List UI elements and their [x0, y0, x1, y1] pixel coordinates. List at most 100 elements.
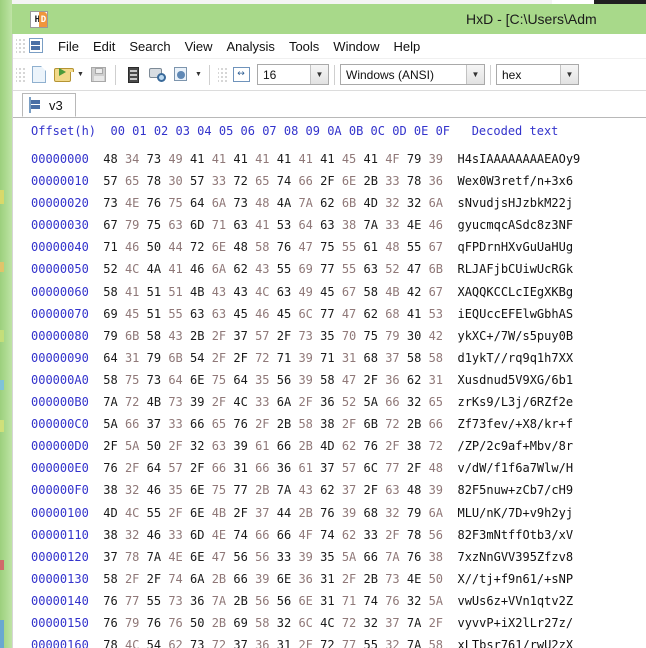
- hex-row[interactable]: 00000150 76 79 76 76 50 2B 69 58 32 6C 4…: [31, 612, 580, 634]
- hex-byte[interactable]: 55: [277, 262, 299, 276]
- hex-byte[interactable]: 54: [190, 351, 212, 365]
- hex-byte[interactable]: 41: [364, 152, 386, 166]
- hex-byte[interactable]: 6A: [277, 395, 299, 409]
- toolbar-drag-grip[interactable]: [16, 65, 25, 84]
- hex-row[interactable]: 00000000 48 34 73 49 41 41 41 41 41 41 4…: [31, 148, 580, 170]
- hex-byte[interactable]: 39: [429, 152, 443, 166]
- hex-byte[interactable]: 32: [407, 395, 429, 409]
- hex-byte[interactable]: 6C: [298, 616, 320, 630]
- bytes-per-row-button[interactable]: ↔: [229, 63, 253, 87]
- hex-byte[interactable]: 2F: [298, 638, 320, 648]
- hex-byte[interactable]: 36: [277, 461, 299, 475]
- hex-byte[interactable]: 32: [125, 483, 147, 497]
- hex-byte[interactable]: 74: [277, 174, 299, 188]
- hex-byte[interactable]: 41: [233, 152, 255, 166]
- hex-byte[interactable]: 32: [190, 439, 212, 453]
- hex-byte[interactable]: 39: [233, 439, 255, 453]
- hex-byte[interactable]: 2F: [342, 572, 364, 586]
- hex-row-decoded-text[interactable]: RLJAFjbCUiwUcRGk: [443, 262, 573, 276]
- hex-byte[interactable]: 43: [298, 483, 320, 497]
- hex-byte[interactable]: 46: [255, 307, 277, 321]
- hex-byte[interactable]: 58: [429, 351, 443, 365]
- hex-byte[interactable]: 2B: [190, 329, 212, 343]
- open-disk-image-button[interactable]: [169, 63, 193, 87]
- encoding-combo[interactable]: Windows (ANSI) ▼: [340, 64, 485, 85]
- hex-byte[interactable]: 78: [125, 550, 147, 564]
- hex-byte[interactable]: 45: [320, 285, 342, 299]
- hex-byte[interactable]: 33: [385, 218, 407, 232]
- hex-byte[interactable]: 2B: [277, 417, 299, 431]
- open-file-button[interactable]: [51, 63, 75, 87]
- hex-row-bytes[interactable]: 76 2F 64 57 2F 66 31 66 36 61 37 57 6C 7…: [103, 461, 443, 475]
- hex-byte[interactable]: 5A: [429, 594, 443, 608]
- hex-byte[interactable]: 52: [385, 262, 407, 276]
- hex-byte[interactable]: 73: [147, 373, 169, 387]
- hex-row-bytes[interactable]: 38 32 46 33 6D 4E 74 66 66 4F 74 62 33 2…: [103, 528, 443, 542]
- hex-byte[interactable]: 58: [103, 285, 125, 299]
- hex-byte[interactable]: 2B: [407, 417, 429, 431]
- hex-byte[interactable]: 33: [277, 550, 299, 564]
- hex-byte[interactable]: 57: [103, 174, 125, 188]
- hex-byte[interactable]: 65: [255, 174, 277, 188]
- hex-byte[interactable]: 7A: [385, 550, 407, 564]
- hex-byte[interactable]: 58: [429, 638, 443, 648]
- hex-row[interactable]: 00000100 4D 4C 55 2F 6E 4B 2F 37 44 2B 7…: [31, 502, 580, 524]
- hex-byte[interactable]: 39: [298, 550, 320, 564]
- hex-byte[interactable]: 56: [429, 528, 443, 542]
- menu-item-file[interactable]: File: [51, 37, 86, 56]
- hex-byte[interactable]: 46: [125, 240, 147, 254]
- hex-byte[interactable]: 50: [190, 616, 212, 630]
- hex-row-decoded-text[interactable]: v/dW/f1f6a7Wlw/H: [443, 461, 573, 475]
- hex-byte[interactable]: 53: [429, 307, 443, 321]
- hex-byte[interactable]: 33: [364, 528, 386, 542]
- hex-byte[interactable]: 57: [342, 461, 364, 475]
- hex-byte[interactable]: 6A: [190, 572, 212, 586]
- hex-byte[interactable]: 30: [168, 174, 190, 188]
- open-dropdown-arrow-icon[interactable]: ▼: [75, 63, 86, 87]
- hex-byte[interactable]: 50: [147, 439, 169, 453]
- hex-byte[interactable]: 48: [385, 240, 407, 254]
- hex-byte[interactable]: 66: [255, 461, 277, 475]
- hex-byte[interactable]: 32: [407, 196, 429, 210]
- hex-byte[interactable]: 74: [364, 594, 386, 608]
- hex-row[interactable]: 00000020 73 4E 76 75 64 6A 73 48 4A 7A 6…: [31, 192, 580, 214]
- hex-byte[interactable]: 61: [298, 461, 320, 475]
- hex-byte[interactable]: 2B: [255, 483, 277, 497]
- hex-byte[interactable]: 63: [233, 218, 255, 232]
- hex-byte[interactable]: 72: [385, 417, 407, 431]
- hex-row-decoded-text[interactable]: zrKs9/L3j/6RZf2e: [443, 395, 573, 409]
- hex-byte[interactable]: 49: [298, 285, 320, 299]
- offset-base-chevron-down-icon[interactable]: ▼: [560, 65, 578, 84]
- hex-byte[interactable]: 79: [125, 218, 147, 232]
- hex-byte[interactable]: 66: [255, 528, 277, 542]
- hex-byte[interactable]: 43: [233, 285, 255, 299]
- hex-byte[interactable]: 58: [407, 351, 429, 365]
- hex-byte[interactable]: 31: [342, 351, 364, 365]
- hex-byte[interactable]: 72: [320, 638, 342, 648]
- hex-byte[interactable]: 2F: [168, 439, 190, 453]
- hex-byte[interactable]: 2F: [429, 616, 443, 630]
- hex-byte[interactable]: 77: [125, 594, 147, 608]
- hex-byte[interactable]: 79: [125, 616, 147, 630]
- hex-byte[interactable]: 58: [255, 616, 277, 630]
- hex-byte[interactable]: 48: [233, 240, 255, 254]
- hex-byte[interactable]: 2F: [125, 461, 147, 475]
- hex-row[interactable]: 00000090 64 31 79 6B 54 2F 2F 72 71 39 7…: [31, 347, 580, 369]
- hex-row[interactable]: 00000120 37 78 7A 4E 6E 47 56 56 33 39 3…: [31, 546, 580, 568]
- hex-row-decoded-text[interactable]: gyucmqcASdc8z3NF: [443, 218, 573, 232]
- hex-byte[interactable]: 42: [429, 329, 443, 343]
- hex-byte[interactable]: 76: [364, 439, 386, 453]
- hex-byte[interactable]: 74: [168, 572, 190, 586]
- hex-byte[interactable]: 41: [277, 152, 299, 166]
- hex-byte[interactable]: 67: [429, 240, 443, 254]
- open-ram-button[interactable]: [121, 63, 145, 87]
- hex-byte[interactable]: 31: [429, 373, 443, 387]
- hex-byte[interactable]: 32: [385, 196, 407, 210]
- hex-byte[interactable]: 47: [298, 240, 320, 254]
- hex-byte[interactable]: 6D: [190, 528, 212, 542]
- hex-byte[interactable]: 2F: [168, 506, 190, 520]
- hex-byte[interactable]: 58: [103, 373, 125, 387]
- hex-byte[interactable]: 62: [168, 638, 190, 648]
- hex-byte[interactable]: 72: [125, 395, 147, 409]
- hex-byte[interactable]: 76: [320, 506, 342, 520]
